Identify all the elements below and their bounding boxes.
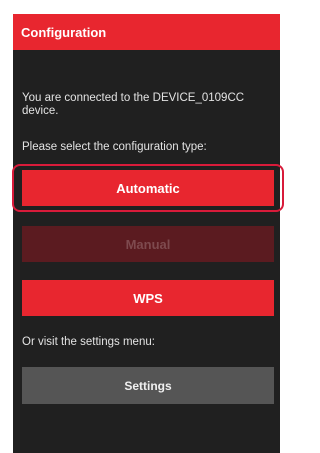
configuration-screen: Configuration You are connected to the D… [0,0,288,453]
settings-button[interactable]: Settings [22,367,274,404]
page-title: Configuration [21,24,107,40]
settings-menu-prompt: Or visit the settings menu: [22,336,155,348]
wps-button[interactable]: WPS [22,280,274,316]
automatic-button[interactable]: Automatic [22,170,274,206]
manual-button[interactable]: Manual [22,226,274,262]
app-header: Configuration [13,14,280,50]
configuration-type-prompt: Please select the configuration type: [22,141,207,153]
connected-device-message: You are connected to the DEVICE_0109CC d… [22,92,245,117]
